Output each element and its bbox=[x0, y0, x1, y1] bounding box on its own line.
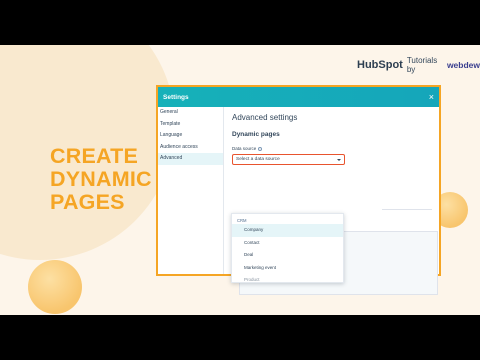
chevron-down-icon bbox=[337, 158, 341, 161]
dropdown-group-label: CRM bbox=[237, 218, 247, 223]
webdew-logo: webdew bbox=[446, 60, 480, 70]
dropdown-option-marketing-event[interactable]: Marketing event bbox=[232, 262, 343, 275]
data-source-label: Data source bbox=[232, 146, 439, 151]
sidebar-item-audience-access[interactable]: Audience access bbox=[158, 142, 223, 154]
sidebar-item-language[interactable]: Language bbox=[158, 130, 223, 142]
section-title: Dynamic pages bbox=[232, 131, 280, 138]
sidebar-item-advanced[interactable]: Advanced bbox=[158, 153, 223, 165]
headline-line-3: PAGES bbox=[50, 190, 125, 214]
sidebar-item-template[interactable]: Template bbox=[158, 119, 223, 131]
close-icon[interactable]: × bbox=[429, 92, 434, 102]
data-source-dropdown: CRM Company Contact Deal Marketing event… bbox=[231, 213, 344, 283]
modal-header: Settings × bbox=[158, 87, 439, 107]
dropdown-option-company[interactable]: Company bbox=[232, 224, 343, 237]
video-frame: CREATE DYNAMIC PAGES HubSpot Tutorials b… bbox=[0, 45, 480, 315]
dropdown-option-contact[interactable]: Contact bbox=[232, 237, 343, 250]
data-source-select-value: Select a data source bbox=[236, 157, 280, 162]
tutorials-text: Tutorials by bbox=[406, 56, 438, 74]
headline-line-1: CREATE bbox=[50, 144, 138, 168]
sidebar-item-general[interactable]: General bbox=[158, 107, 223, 119]
hubspot-logo: HubSpot bbox=[357, 59, 403, 71]
headline-line-2: DYNAMIC bbox=[50, 167, 152, 191]
modal-title: Settings bbox=[163, 93, 189, 101]
headline: CREATE DYNAMIC PAGES bbox=[50, 145, 152, 214]
settings-sidebar: General Template Language Audience acces… bbox=[158, 107, 224, 274]
decor-circle-small bbox=[28, 260, 82, 314]
data-source-label-text: Data source bbox=[232, 146, 257, 151]
info-icon[interactable] bbox=[258, 146, 263, 151]
brand-bar: HubSpot Tutorials by webdew bbox=[357, 56, 480, 74]
page-title: Advanced settings bbox=[232, 113, 298, 122]
background-divider bbox=[382, 209, 432, 210]
dropdown-option-deal[interactable]: Deal bbox=[232, 249, 343, 262]
data-source-select[interactable]: Select a data source bbox=[232, 154, 345, 165]
dropdown-option-product[interactable]: Product bbox=[232, 274, 343, 282]
